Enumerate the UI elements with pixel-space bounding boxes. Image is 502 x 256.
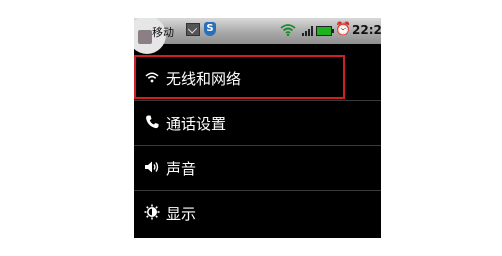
carrier-name: 移动 [152, 26, 174, 39]
settings-list: 无线和网络 通话设置 声音 显示 [134, 55, 381, 235]
settings-item-label: 声音 [166, 160, 197, 178]
settings-item-label: 显示 [166, 205, 197, 223]
settings-item-label: 无线和网络 [166, 70, 242, 88]
mail-icon [186, 23, 200, 36]
status-time: 22:25 [352, 23, 381, 37]
phone-screen: 移动 S ⏰ 22:25 无线和网络 [134, 18, 381, 238]
settings-item-wireless-networks[interactable]: 无线和网络 [134, 55, 381, 101]
settings-item-call-settings[interactable]: 通话设置 [134, 101, 381, 146]
wifi-icon [280, 24, 296, 36]
settings-item-display[interactable]: 显示 [134, 191, 381, 235]
settings-item-sound[interactable]: 声音 [134, 146, 381, 191]
status-bar: 移动 S ⏰ 22:25 [134, 18, 381, 54]
signal-icon [302, 26, 313, 36]
security-shield-icon: S [204, 22, 216, 36]
brightness-icon [144, 204, 160, 220]
avatar-image [138, 30, 152, 44]
speaker-icon [145, 161, 159, 173]
alarm-icon: ⏰ [335, 22, 352, 37]
phone-icon [146, 115, 159, 129]
wifi-icon [145, 72, 159, 83]
battery-icon [316, 26, 334, 36]
settings-item-label: 通话设置 [166, 115, 227, 133]
